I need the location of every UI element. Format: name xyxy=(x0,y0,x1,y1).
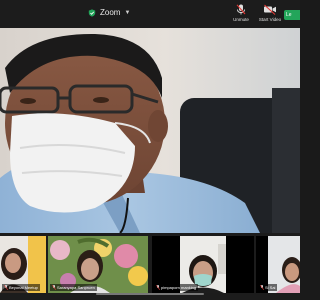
shield-icon xyxy=(88,8,96,17)
participant-thumbnail[interactable]: Si Sai xyxy=(256,236,300,293)
speaker-video-image xyxy=(0,28,300,233)
video-off-icon xyxy=(264,4,276,15)
active-speaker-video xyxy=(0,28,300,233)
app-title[interactable]: Zoom ▼ xyxy=(88,8,130,17)
participant-name-tag: Beyonal Meetup xyxy=(2,284,40,291)
participant-name: Si Sai xyxy=(265,285,276,290)
mic-off-icon xyxy=(4,285,8,290)
leave-label: Le xyxy=(286,12,292,18)
participant-name: Saranyapa Sanpruen xyxy=(57,285,95,290)
app-title-label: Zoom xyxy=(100,8,121,17)
participant-name: pimpaporn manking xyxy=(161,285,197,290)
participant-thumbnail[interactable]: pimpaporn manking xyxy=(152,236,254,293)
participant-name: Beyonal Meetup xyxy=(9,285,38,290)
participant-thumbnail[interactable]: Saranyapa Sanpruen xyxy=(48,236,148,293)
participant-thumbnail[interactable]: Beyonal Meetup xyxy=(0,236,46,293)
top-bar: Zoom ▼ Unmute Start Video Le xyxy=(0,0,300,28)
chevron-down-icon: ▼ xyxy=(124,9,131,16)
participant-name-tag: Saranyapa Sanpruen xyxy=(50,284,97,291)
participant-thumbnail-strip[interactable]: Beyonal Meetup Saranyapa Sanpruen pimpap… xyxy=(0,233,300,300)
leave-button[interactable]: Le xyxy=(284,10,300,20)
unmute-label: Unmute xyxy=(233,17,249,22)
start-video-label: Start Video xyxy=(258,17,282,22)
mic-off-icon xyxy=(236,4,246,15)
start-video-button[interactable]: Start Video xyxy=(253,4,287,26)
thumbnail-scroll-indicator[interactable] xyxy=(96,293,204,295)
zoom-meeting-window: Zoom ▼ Unmute Start Video Le Beyonal Mee… xyxy=(0,0,300,300)
participant-name-tag: pimpaporn manking xyxy=(154,284,199,291)
participant-name-tag: Si Sai xyxy=(258,284,278,291)
mic-off-icon xyxy=(156,285,160,290)
mic-off-icon xyxy=(52,285,56,290)
mic-off-icon xyxy=(260,285,264,290)
